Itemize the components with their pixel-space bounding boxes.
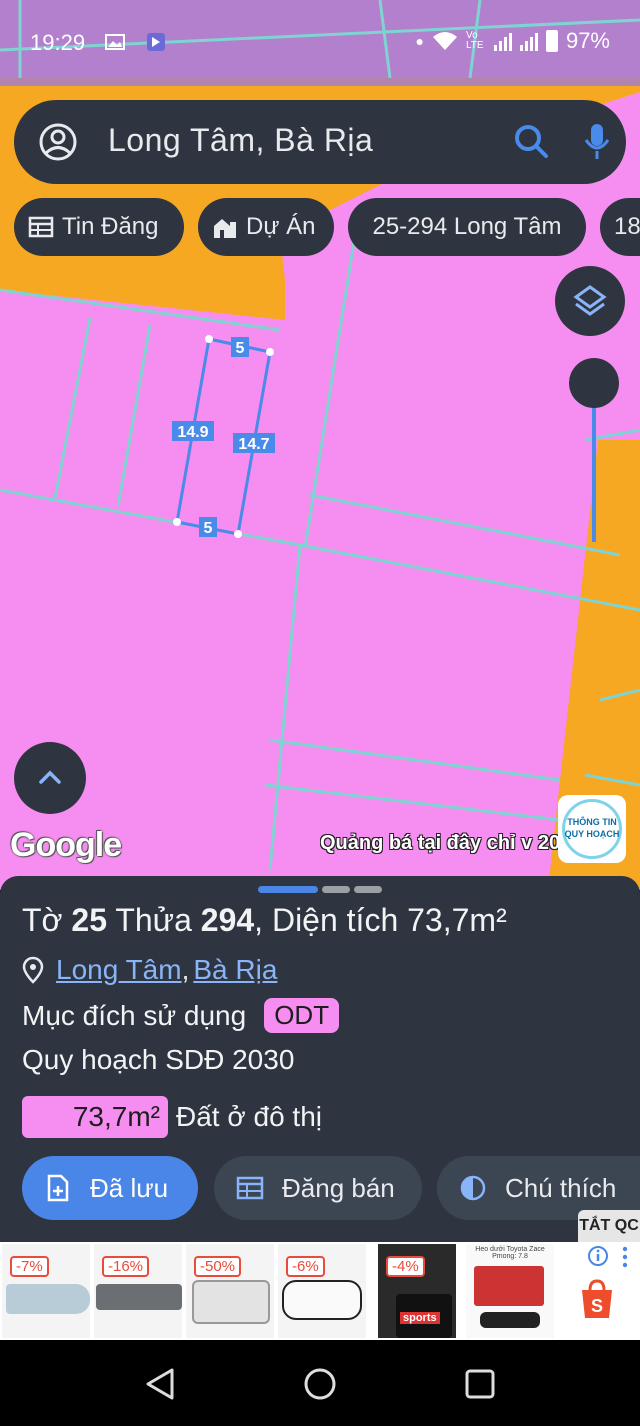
saved-button-label: Đã lưu [90,1172,169,1203]
dim-label-right: 14.7 [238,436,269,453]
area-value-badge: 73,7m² [22,1096,168,1138]
chip-label: Tin Đăng [62,213,159,240]
discount-badge: -7% [10,1256,49,1277]
battery-icon [545,30,558,52]
google-logo: Google [10,826,122,864]
dim-label-bottom: 5 [204,520,213,537]
post-sale-button-label: Đăng bán [282,1172,395,1203]
logo-line1: THÔNG TIN [567,817,617,827]
calendar-icon [236,1176,264,1200]
signal-bars-2-icon [519,31,538,51]
ad-item[interactable]: -6% [278,1244,366,1338]
saved-button[interactable]: Đã lưu [22,1156,198,1220]
opacity-slider-track[interactable] [592,392,596,542]
status-time: 19:29 [30,30,86,55]
parcel-title: Tờ 25 Thửa 294, Diện tích 73,7m² [22,902,507,938]
location-link-city[interactable]: Bà Rịa [193,954,277,986]
mirror-image [6,1284,90,1314]
home-icon[interactable] [302,1366,338,1402]
plan-label: Quy hoạch SDĐ 2030 [22,1044,295,1075]
gasket-image [282,1280,362,1320]
more-vert-icon[interactable] [620,1246,630,1268]
product-part-image [480,1312,540,1328]
info-icon[interactable] [588,1246,608,1266]
area-row: 73,7m² Đất ở đô thị [22,1096,322,1138]
status-bar: 19:29 ● Vo LTE 97% [0,0,640,86]
product-box-image [474,1266,544,1306]
chevron-up-icon [39,770,61,784]
parcel-info-sheet[interactable]: Tờ 25 Thửa 294, Diện tích 73,7m² Long Tâ… [0,876,640,1246]
location-row: Long Tâm , Bà Rịa [22,954,277,986]
chip-du-an[interactable]: Dự Án [198,198,334,256]
filter-chips: Tin Đăng Dự Án 25-294 Long Tâm 18 [14,198,640,256]
recents-icon[interactable] [462,1366,498,1402]
expand-button[interactable] [14,742,86,814]
cover-image [192,1280,270,1324]
system-nav-bar [0,1340,640,1426]
chip-label: 25-294 Long Tâm [372,213,562,240]
search-icon[interactable] [512,122,552,162]
close-ads-button[interactable]: TẮT QC [578,1210,640,1242]
discount-badge: -50% [194,1256,242,1277]
chip-tin-dang[interactable]: Tin Đăng [14,198,184,256]
search-input[interactable]: Long Tâm, Bà Rịa [108,122,373,159]
app-notification-icon [147,33,165,51]
mic-icon[interactable] [582,122,612,162]
back-icon[interactable] [142,1366,178,1402]
gallery-notification-icon [105,34,125,50]
chip-label: 18 [614,213,640,240]
usage-row: Mục đích sử dụng ODT [22,998,340,1033]
mudflap-label: sports [400,1312,440,1324]
legend-button-label: Chú thích [505,1172,617,1203]
ad-item[interactable]: -16% [94,1244,182,1338]
discount-badge: -4% [386,1256,425,1277]
post-sale-button[interactable]: Đăng bán [214,1156,422,1220]
search-bar[interactable]: Long Tâm, Bà Rịa [14,100,626,184]
chip-label: Dự Án [246,213,316,240]
layers-button[interactable] [555,266,625,336]
status-right-group: ● Vo LTE 97% [415,28,610,54]
ad-item[interactable]: Heo dưới Toyota Zace Pmong: 7.8 [466,1244,554,1338]
ad-caption: Heo dưới Toyota Zace Pmong: 7.8 [475,1246,545,1260]
area-description: Đất ở đô thị [176,1101,322,1132]
ad-item[interactable]: -7% [2,1244,90,1338]
discount-badge: -6% [286,1256,325,1277]
wifi-icon [432,32,457,50]
signal-bars-icon [493,31,512,51]
volte-label: Vo LTE [465,30,484,51]
usage-code-badge: ODT [264,998,340,1033]
file-plus-icon [47,1174,69,1202]
calendar-grid-icon [28,216,54,238]
ad-item[interactable]: sports -4% [378,1244,456,1338]
house-building-icon [214,219,236,238]
location-link-ward[interactable]: Long Tâm [56,954,182,986]
sheet-handle-active[interactable] [258,886,318,893]
shopee-icon[interactable]: S [578,1278,616,1320]
contrast-icon [460,1175,486,1201]
account-icon[interactable] [38,122,78,162]
mirror-image [96,1284,182,1310]
opacity-slider-handle[interactable] [569,358,619,408]
layers-icon [573,285,607,316]
battery-percent: 97% [565,28,610,53]
dim-label-top: 5 [236,340,245,357]
ad-item[interactable]: -50% [186,1244,274,1338]
svg-text:S: S [591,1296,603,1316]
chip-parcel[interactable]: 25-294 Long Tâm [348,198,586,256]
location-pin-icon [22,956,44,984]
location-separator: , [181,954,190,985]
dot-icon: ● [415,33,424,49]
logo-line2: QUY HOẠCH [564,829,620,839]
sheet-handle[interactable] [354,886,382,893]
sheet-handle[interactable] [322,886,350,893]
chip-more[interactable]: 18 [600,198,640,256]
thong-tin-quy-hoach-logo[interactable]: THÔNG TIN QUY HOẠCH [558,795,626,863]
dim-label-left: 14.9 [177,424,208,441]
ad-banner[interactable]: -7% -16% -50% -6% sports -4% Heo dưới To… [0,1242,640,1340]
usage-label: Mục đích sử dụng [22,999,247,1031]
discount-badge: -16% [102,1256,150,1277]
